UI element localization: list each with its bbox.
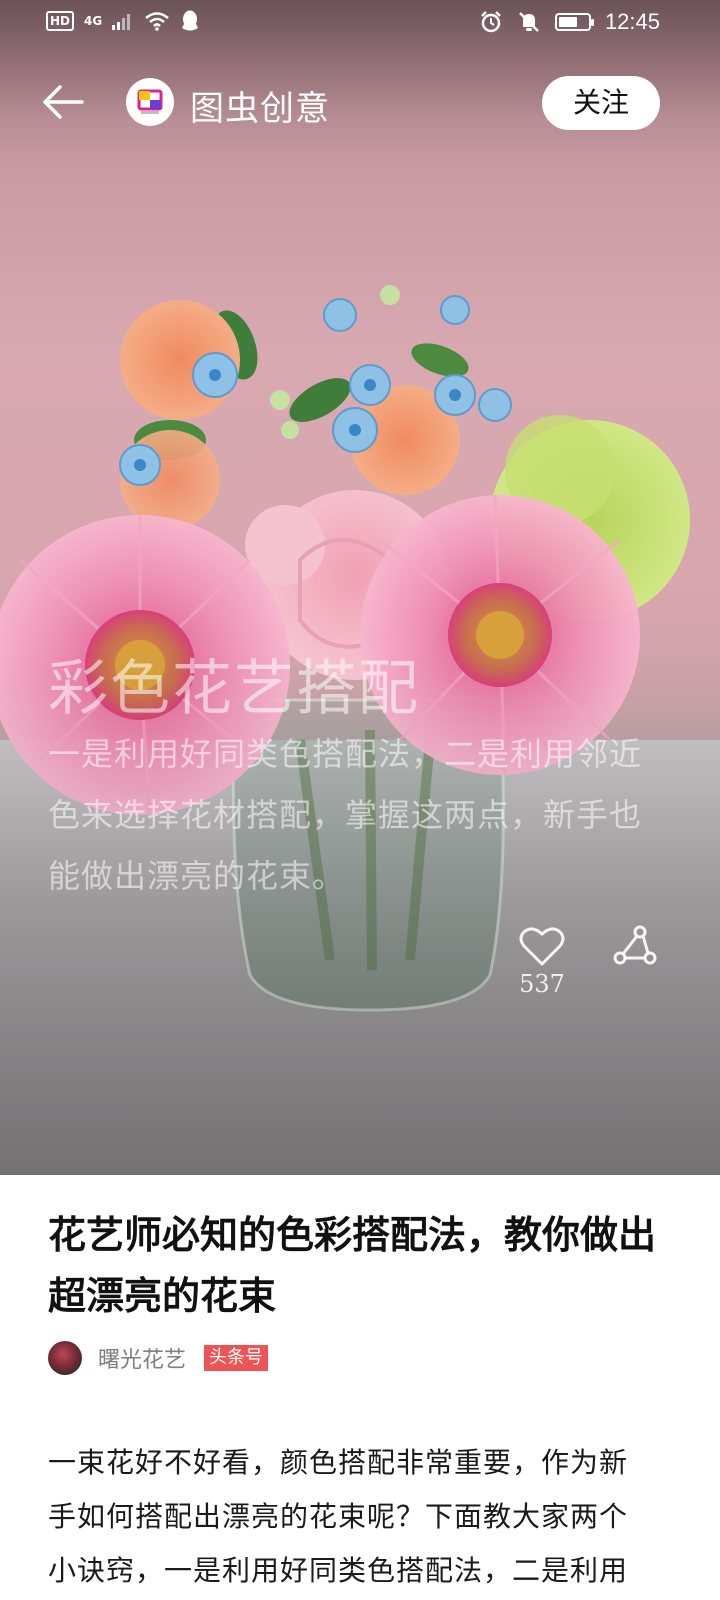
- app-nav: 图虫创意 关注: [0, 72, 720, 134]
- network-type: 4G: [84, 14, 103, 28]
- alarm-icon: [481, 11, 501, 33]
- article-body: 一束花好不好看，颜色搭配非常重要，作为新手如何搭配出漂亮的花束呢？下面教大家两个…: [48, 1446, 629, 1587]
- hero-image[interactable]: HD 4G 12:45 图虫创意 关注 彩色花艺搭配 一是利用好同类色搭配法，二…: [0, 0, 720, 1175]
- heart-icon[interactable]: [518, 924, 566, 968]
- hd-badge: HD: [46, 11, 75, 31]
- wifi-icon: [145, 12, 170, 31]
- channel-avatar[interactable]: [126, 78, 174, 126]
- channel-logo-icon: [137, 89, 163, 114]
- article-title: 花艺师必知的色彩搭配法，教你做出超漂亮的花束: [48, 1213, 657, 1318]
- arrow-left-icon[interactable]: [40, 80, 88, 124]
- like-count: 537: [519, 970, 565, 998]
- hero-overlay-title: 彩色花艺搭配: [48, 654, 420, 724]
- mute-icon: [519, 12, 539, 32]
- author-tag-badge: 头条号: [204, 1345, 269, 1371]
- author-avatar[interactable]: [48, 1341, 82, 1375]
- status-bar: HD 4G 12:45: [0, 0, 720, 48]
- hero-overlay-description: 一是利用好同类色搭配法，二是利用邻近色来选择花材搭配，掌握这两点，新手也能做出漂…: [48, 735, 643, 895]
- battery-icon: [554, 13, 594, 31]
- signal-icon: [112, 14, 131, 30]
- hero-shade: [0, 0, 720, 1175]
- follow-button[interactable]: 关注: [542, 76, 660, 130]
- author-row[interactable]: 曙光花艺 头条号: [48, 1340, 269, 1376]
- share-icon[interactable]: [612, 924, 658, 968]
- qq-icon: [182, 10, 199, 31]
- author-name[interactable]: 曙光花艺: [98, 1342, 186, 1374]
- channel-name[interactable]: 图虫创意: [190, 81, 330, 130]
- status-time: 12:45: [604, 9, 660, 34]
